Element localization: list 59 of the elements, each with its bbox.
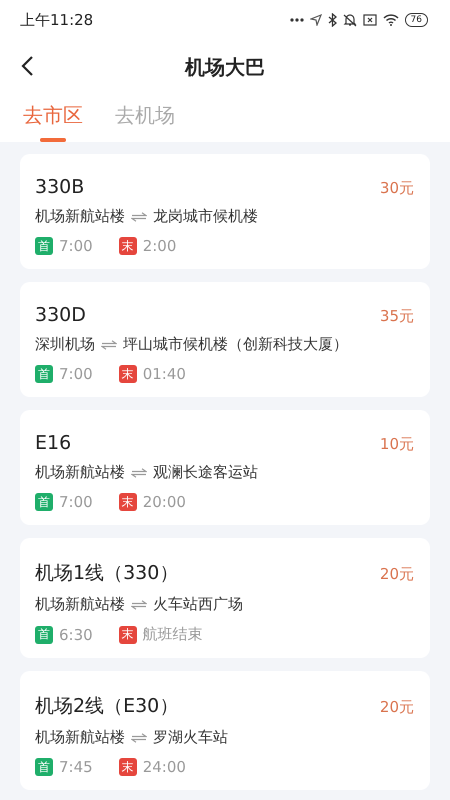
first-bus-time: 7:45: [59, 758, 93, 776]
from-station: 深圳机场: [35, 335, 95, 354]
route-card[interactable]: 330D 35元 深圳机场 坪山城市候机楼（创新科技大厦） 首 7:00 末 01:40: [20, 282, 430, 397]
route-card[interactable]: 机场1线（330） 20元 机场新航站楼 火车站西广场 首 6:30 末 航班结束: [20, 538, 430, 658]
route-name: 机场1线（330）: [35, 561, 178, 586]
sim-card-icon: [362, 14, 377, 26]
last-bus-badge: 末: [118, 493, 137, 511]
to-station: 龙岗城市候机楼: [153, 207, 258, 226]
route-name: 330D: [35, 304, 86, 326]
first-bus-badge: 首: [35, 237, 53, 255]
location-arrow-icon: [310, 14, 322, 26]
first-bus-badge: 首: [35, 758, 53, 776]
first-bus-time: 7:00: [59, 237, 93, 255]
bluetooth-icon: [328, 13, 337, 27]
last-bus-time: 20:00: [142, 493, 186, 511]
last-bus-badge: 末: [118, 758, 137, 776]
route-price: 20元: [380, 565, 414, 584]
two-way-arrows-icon: [131, 732, 147, 742]
first-bus-badge: 首: [35, 493, 53, 511]
last-bus-time: 24:00: [142, 758, 186, 776]
route-card[interactable]: 机场2线（E30） 20元 机场新航站楼 罗湖火车站 首 7:45 末 24:00: [20, 671, 430, 790]
route-price: 10元: [380, 435, 414, 454]
from-station: 机场新航站楼: [35, 728, 125, 747]
wifi-icon: [382, 14, 399, 26]
battery-level: 76: [404, 13, 428, 27]
first-bus-badge: 首: [35, 626, 53, 644]
route-price: 35元: [380, 307, 414, 326]
two-way-arrows-icon: [101, 340, 117, 350]
first-bus-time: 7:00: [59, 493, 93, 511]
status-time: 上午11:28: [20, 10, 94, 30]
route-card[interactable]: E16 10元 机场新航站楼 观澜长途客运站 首 7:00 末 20:00: [20, 410, 430, 525]
last-bus-badge: 末: [118, 237, 137, 255]
to-station: 坪山城市候机楼（创新科技大厦）: [123, 335, 348, 354]
first-bus-badge: 首: [35, 365, 53, 383]
first-bus-time: 7:00: [59, 365, 93, 383]
route-price: 20元: [380, 698, 414, 717]
to-station: 罗湖火车站: [153, 728, 228, 747]
to-station: 观澜长途客运站: [153, 463, 258, 482]
route-price: 30元: [380, 179, 414, 198]
two-way-arrows-icon: [131, 600, 147, 610]
from-station: 机场新航站楼: [35, 463, 125, 482]
from-station: 机场新航站楼: [35, 595, 125, 614]
muted-bell-icon: [342, 13, 357, 27]
two-way-arrows-icon: [131, 468, 147, 478]
last-bus-badge: 末: [118, 365, 137, 383]
to-station: 火车站西广场: [153, 595, 243, 614]
two-way-arrows-icon: [131, 212, 147, 222]
first-bus-time: 6:30: [59, 626, 93, 644]
route-name: E16: [35, 432, 72, 454]
page-title: 机场大巴: [185, 54, 265, 80]
route-name: 330B: [35, 176, 84, 198]
last-bus-time: 航班结束: [142, 625, 203, 644]
more-dots-icon: [290, 18, 304, 22]
route-card[interactable]: 330B 30元 机场新航站楼 龙岗城市候机楼 首 7:00 末 2:00: [20, 154, 430, 269]
from-station: 机场新航站楼: [35, 207, 125, 226]
route-name: 机场2线（E30）: [35, 694, 178, 719]
last-bus-time: 2:00: [142, 237, 176, 255]
last-bus-time: 01:40: [142, 365, 186, 383]
last-bus-badge: 末: [118, 626, 137, 644]
